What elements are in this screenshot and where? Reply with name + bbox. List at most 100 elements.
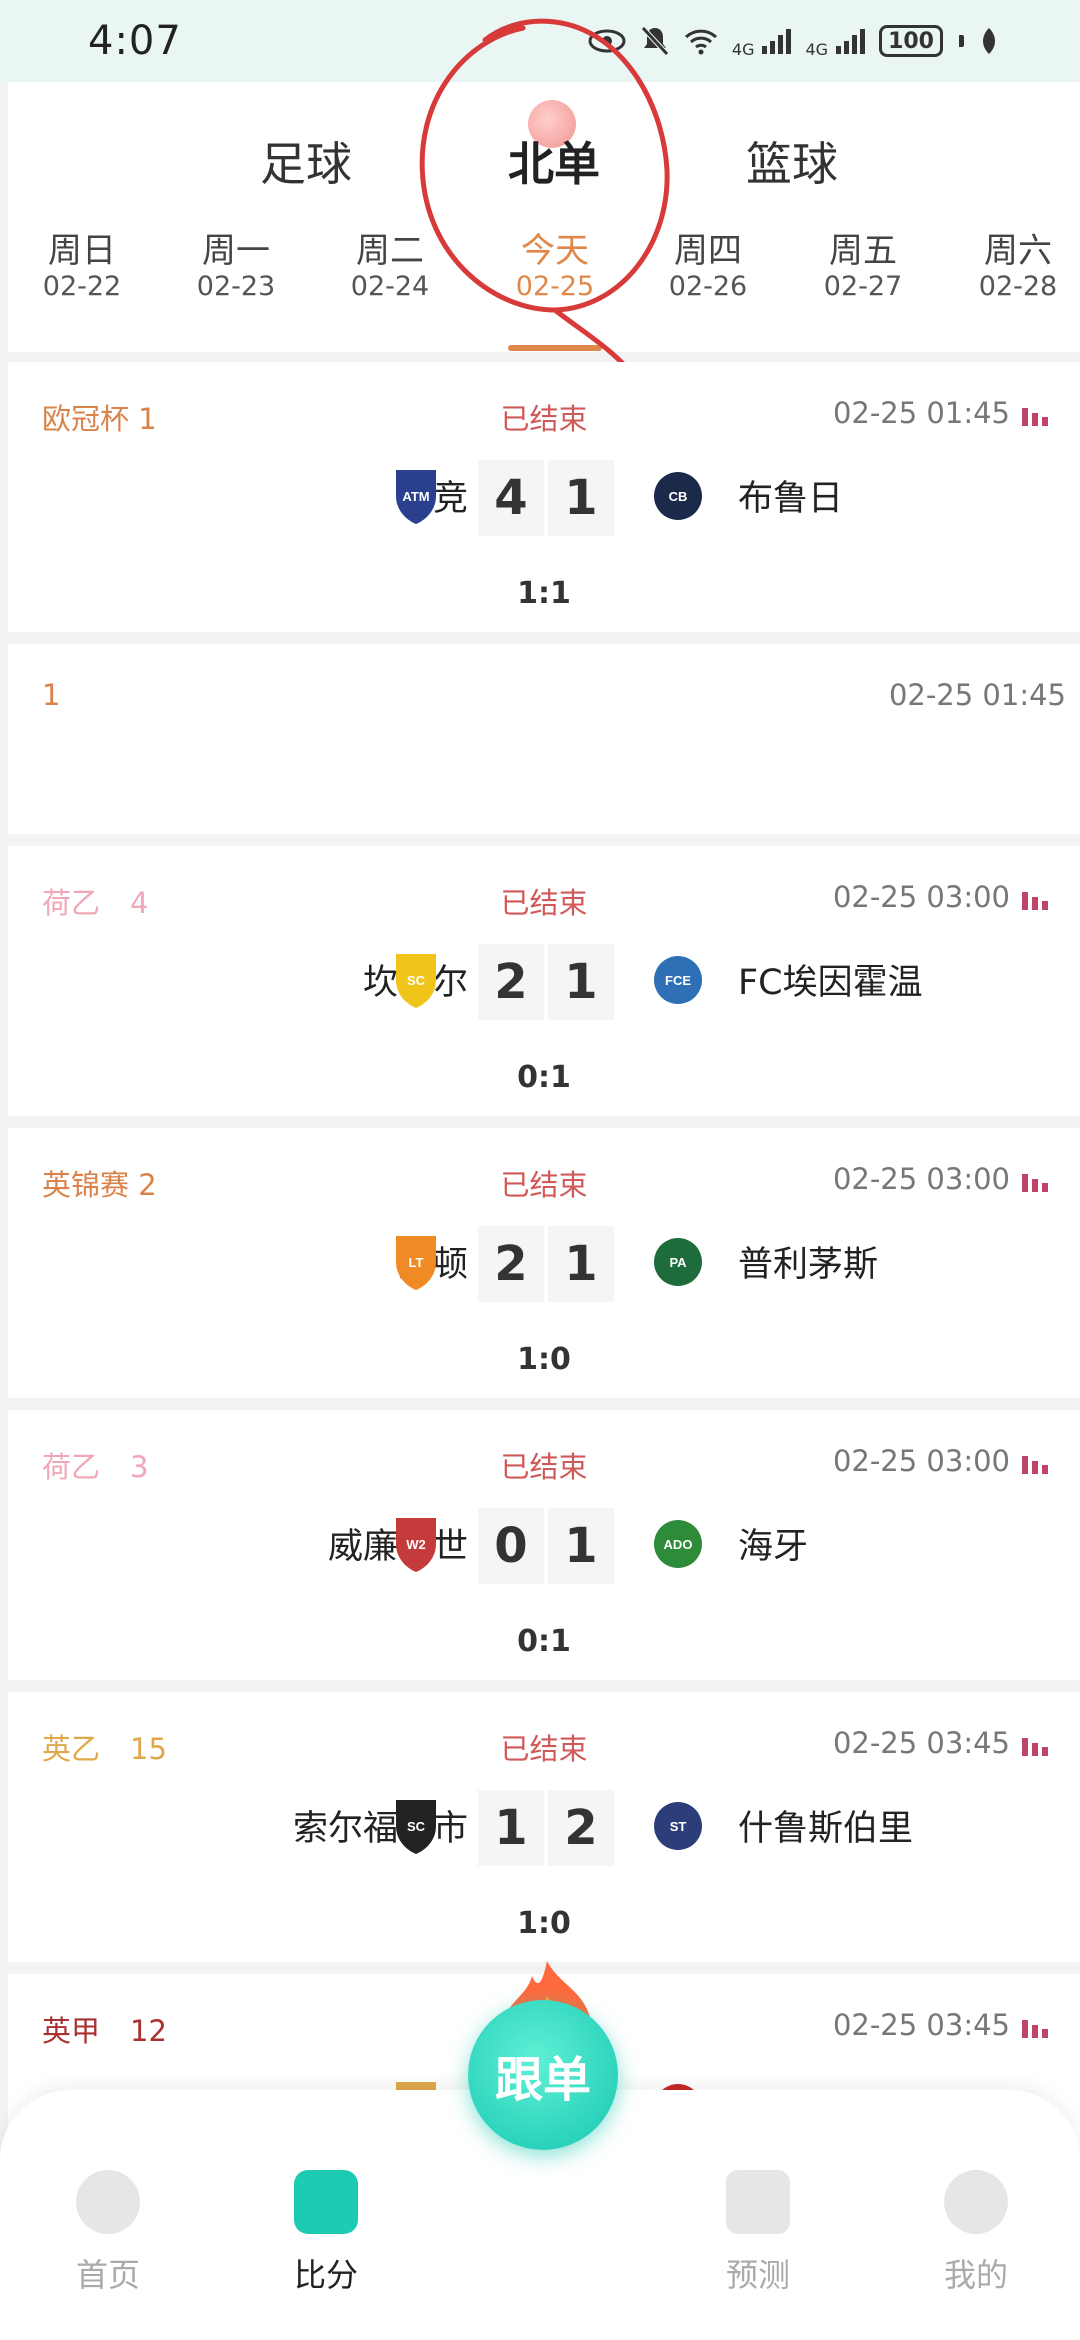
sport-tabs: 足球 北单 篮球 [8,82,1080,217]
date-value: 02-26 [668,271,748,302]
stats-bars-icon[interactable] [1022,402,1048,426]
away-badge-text: FCE [665,973,691,988]
date-selector: 周日 02-22 周一 02-23 周二 02-24 今天 02-25 周四 02-26 … [8,217,1080,352]
battery-level: 100 [888,28,934,54]
stats-bars-icon[interactable] [1022,2014,1048,2038]
home-team-badge-icon: ATM [390,466,442,526]
half-time-score: 1:0 [517,1342,571,1377]
app-screen: 4:07 4G 4G 100 足球 北单 篮球 周日 02-22 周一 02-2… [0,0,1080,2340]
nav-home[interactable]: 首页 [38,2170,178,2296]
away-team-badge-icon: ST [652,1796,704,1856]
tab-basketball[interactable]: 篮球 [746,128,838,194]
nav-score-label: 比分 [293,2256,358,2294]
stats-bars-icon[interactable] [1022,1168,1048,1192]
match-card[interactable]: 英锦赛 2已结束02-25 03:00卢顿LTPA普利茅斯211:0 [8,1128,1080,1398]
home-badge-text: W2 [406,1537,426,1552]
signal-bars-icon [762,28,792,54]
nav-predict-label: 预测 [725,2256,790,2294]
match-time: 02-25 03:45 [832,2008,1010,2042]
date-value: 02-25 [515,271,595,302]
date-weekday: 今天 [521,231,589,271]
follow-bet-button[interactable]: 跟单 [468,2000,618,2150]
network-label: 4G [731,40,755,59]
nav-score[interactable]: 比分 [256,2170,396,2296]
away-team: 海牙 [738,1527,809,1567]
away-team-badge-icon: PA [652,1232,704,1292]
date-tab-tue[interactable]: 周二 02-24 [330,231,450,303]
home-badge-text: SC [407,973,426,988]
away-team-badge-icon: ADO [652,1514,704,1574]
date-value: 02-28 [978,271,1058,302]
home-team-badge-icon: W2 [390,1514,442,1574]
network-label-2: 4G [805,40,829,59]
nav-mine-label: 我的 [943,2256,1008,2294]
home-score: 2 [478,1226,544,1302]
half-time-score: 1:1 [517,576,571,611]
date-weekday: 周六 [984,231,1052,271]
wifi-icon [684,27,718,55]
date-tab-mon[interactable]: 周一 02-23 [176,231,296,303]
date-tab-sat[interactable]: 周六 02-28 [958,231,1078,303]
away-badge-text: CB [669,489,688,504]
away-team: 布鲁日 [738,479,844,519]
match-card[interactable]: 1 02-25 01:45 [8,644,1080,834]
leaf-icon [978,26,1000,56]
away-badge-text: PA [669,1255,687,1270]
match-card[interactable]: 欧冠杯 1已结束02-25 01:45马竞ATMCB布鲁日411:1 [8,362,1080,632]
match-time: 02-25 03:45 [832,1726,1010,1760]
half-time-score: 1:0 [517,1906,571,1941]
match-time: 02-25 01:45 [888,678,1066,712]
date-tab-fri[interactable]: 周五 02-27 [803,231,923,303]
status-icons: 4G 4G 100 [588,24,1000,58]
away-score: 1 [548,460,614,536]
date-weekday: 周五 [829,231,897,271]
date-tab-today[interactable]: 今天 02-25 [495,231,615,303]
away-team-badge-icon: CB [652,466,704,526]
date-weekday: 周四 [674,231,742,271]
away-badge-text: ST [670,1819,687,1834]
date-tab-sun[interactable]: 周日 02-22 [22,231,142,303]
away-team: 普利茅斯 [738,1245,879,1285]
scoreboard-icon [294,2170,358,2234]
nav-home-label: 首页 [75,2256,140,2294]
battery-tip [959,35,964,47]
active-date-indicator [508,345,602,351]
home-score: 4 [478,460,544,536]
half-time-score: 0:1 [517,1060,571,1095]
score-box: 12 [478,1790,614,1866]
match-card[interactable]: 荷乙4已结束02-25 03:00坎布尔SCFCEFC埃因霍温210:1 [8,846,1080,1116]
match-card[interactable]: 荷乙3已结束02-25 03:00威廉二世W2ADO海牙010:1 [8,1410,1080,1680]
battery-icon: 100 [879,25,943,57]
match-card[interactable]: 英乙 15 已结束 02-25 03:45 索尔福德市 SC ST 什鲁斯伯里 1 2 1:0 [8,1692,1080,1962]
league-name: 1 [42,678,61,712]
home-score: 1 [478,1790,544,1866]
date-value: 02-23 [196,271,276,302]
away-score: 1 [548,1226,614,1302]
nav-mine[interactable]: 我的 [906,2170,1046,2296]
match-time: 02-25 03:00 [832,880,1010,914]
status-bar: 4:07 4G 4G 100 [0,0,1080,82]
date-tab-thu[interactable]: 周四 02-26 [648,231,768,303]
away-badge-text: ADO [664,1537,693,1552]
ai-chat-icon [726,2170,790,2234]
date-weekday: 周二 [356,231,424,271]
date-value: 02-27 [823,271,903,302]
soccer-ball-icon [76,2170,140,2234]
home-score: 0 [478,1508,544,1584]
date-value: 02-22 [42,271,122,302]
stats-bars-icon[interactable] [1022,1450,1048,1474]
score-box: 01 [478,1508,614,1584]
away-score: 1 [548,1508,614,1584]
stats-bars-icon[interactable] [1022,886,1048,910]
away-team-badge-icon: FCE [652,950,704,1010]
tab-football[interactable]: 足球 [260,128,352,194]
stats-bars-icon[interactable] [1022,1732,1048,1756]
match-time: 02-25 03:00 [832,1444,1010,1478]
home-score: 2 [478,944,544,1020]
home-badge-text: LT [409,1255,424,1270]
home-badge-text: SC [407,1819,426,1834]
tab-beidan[interactable]: 北单 [508,128,600,194]
home-team-badge-icon: LT [390,1232,442,1292]
nav-predict[interactable]: 预测 [688,2170,828,2296]
home-team-badge-icon: SC [390,950,442,1010]
